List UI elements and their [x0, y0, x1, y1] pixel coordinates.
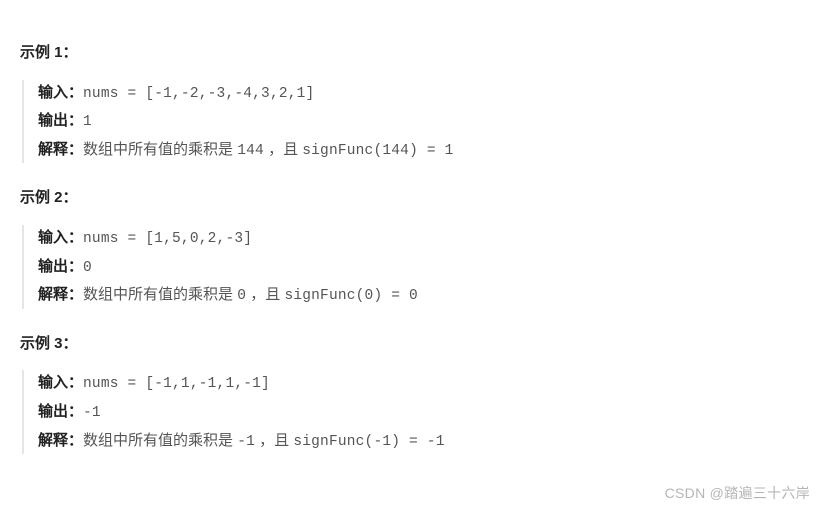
example-2-output-line: 输出：0 — [38, 254, 812, 281]
example-1-title: 示例 1： — [20, 40, 812, 66]
example-1-explain-mid: ，且 — [264, 141, 302, 158]
example-1-output: 1 — [83, 114, 92, 130]
example-1-input: nums = [-1,-2,-3,-4,3,2,1] — [83, 86, 314, 102]
example-2-explain-prefix: 数组中所有值的乘积是 — [83, 286, 237, 303]
example-2-output: 0 — [83, 260, 92, 276]
example-2-explain-line: 解释：数组中所有值的乘积是 0 ，且 signFunc(0) = 0 — [38, 282, 812, 309]
example-2-input-line: 输入：nums = [1,5,0,2,-3] — [38, 225, 812, 252]
input-label: 输入： — [38, 84, 83, 101]
example-1-product: 144 — [237, 143, 264, 159]
example-3-sign-expr: signFunc(-1) = -1 — [293, 434, 444, 450]
example-1-input-line: 输入：nums = [-1,-2,-3,-4,3,2,1] — [38, 80, 812, 107]
input-label: 输入： — [38, 374, 83, 391]
example-3-title: 示例 3： — [20, 331, 812, 357]
example-3-input: nums = [-1,1,-1,1,-1] — [83, 376, 270, 392]
example-2-title: 示例 2： — [20, 185, 812, 211]
example-2-input: nums = [1,5,0,2,-3] — [83, 231, 252, 247]
example-1-explain-prefix: 数组中所有值的乘积是 — [83, 141, 237, 158]
example-3-input-line: 输入：nums = [-1,1,-1,1,-1] — [38, 370, 812, 397]
example-3-explain-mid: ，且 — [255, 432, 293, 449]
example-2-block: 输入：nums = [1,5,0,2,-3] 输出：0 解释：数组中所有值的乘积… — [22, 225, 812, 309]
output-label: 输出： — [38, 112, 83, 129]
explain-label: 解释： — [38, 141, 83, 158]
watermark: CSDN @踏遍三十六岸 — [665, 482, 810, 506]
example-3-explain-prefix: 数组中所有值的乘积是 — [83, 432, 237, 449]
example-2-explain-mid: ，且 — [246, 286, 284, 303]
output-label: 输出： — [38, 403, 83, 420]
example-3-output: -1 — [83, 405, 101, 421]
example-1-explain-line: 解释：数组中所有值的乘积是 144 ，且 signFunc(144) = 1 — [38, 137, 812, 164]
example-3-product: -1 — [237, 434, 255, 450]
explain-label: 解释： — [38, 432, 83, 449]
example-2-sign-expr: signFunc(0) = 0 — [284, 288, 418, 304]
example-3-output-line: 输出：-1 — [38, 399, 812, 426]
input-label: 输入： — [38, 229, 83, 246]
example-1-block: 输入：nums = [-1,-2,-3,-4,3,2,1] 输出：1 解释：数组… — [22, 80, 812, 164]
output-label: 输出： — [38, 258, 83, 275]
example-1-sign-expr: signFunc(144) = 1 — [302, 143, 453, 159]
explain-label: 解释： — [38, 286, 83, 303]
example-1-output-line: 输出：1 — [38, 108, 812, 135]
example-3-block: 输入：nums = [-1,1,-1,1,-1] 输出：-1 解释：数组中所有值… — [22, 370, 812, 454]
example-2-product: 0 — [237, 288, 246, 304]
example-3-explain-line: 解释：数组中所有值的乘积是 -1 ，且 signFunc(-1) = -1 — [38, 428, 812, 455]
